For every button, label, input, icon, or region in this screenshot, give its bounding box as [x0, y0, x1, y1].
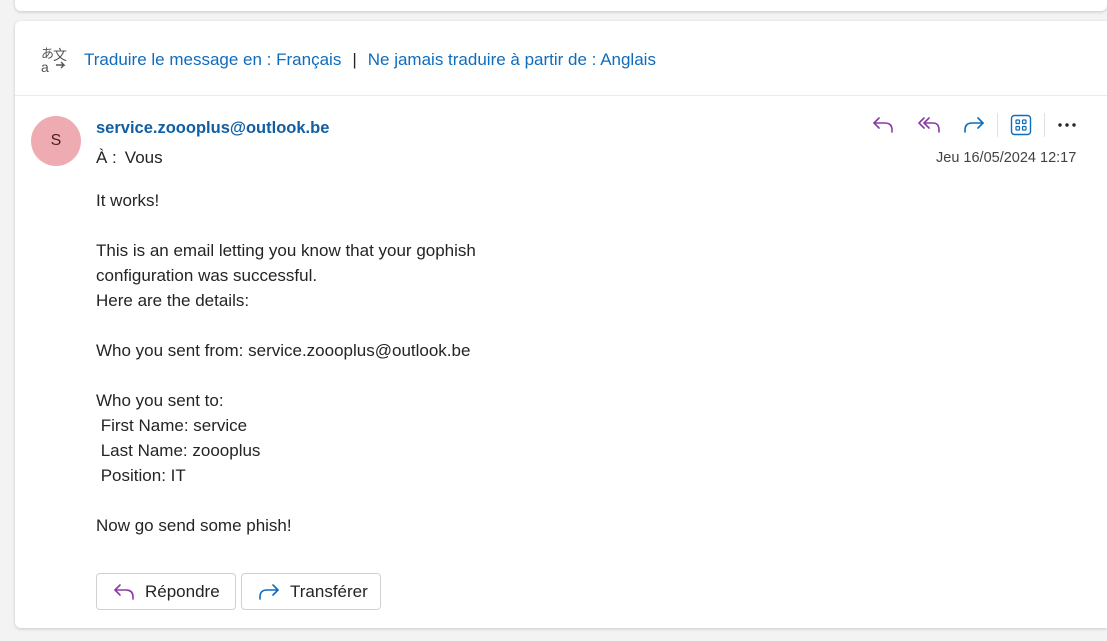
actions-divider	[997, 113, 998, 137]
reply-button[interactable]: Répondre	[96, 573, 236, 610]
message-body: It works! This is an email letting you k…	[96, 191, 476, 535]
forward-icon[interactable]	[959, 111, 989, 139]
forward-icon	[259, 583, 279, 600]
svg-text:文: 文	[53, 47, 67, 63]
actions-divider	[1044, 113, 1045, 137]
translate-message-link[interactable]: Traduire le message en : Français	[84, 50, 341, 69]
message-date: Jeu 16/05/2024 12:17	[936, 150, 1077, 166]
svg-text:a: a	[41, 59, 49, 75]
never-translate-link[interactable]: Ne jamais traduire à partir de : Anglais	[368, 50, 656, 69]
previous-message-card	[15, 0, 1107, 11]
recipient-line: À : Vous	[96, 148, 163, 168]
translate-bar: あ a 文 Traduire le message en : Français |…	[15, 21, 1107, 96]
reply-all-icon[interactable]	[914, 111, 944, 139]
reply-icon[interactable]	[868, 111, 898, 139]
reply-icon	[114, 583, 134, 600]
translate-links: Traduire le message en : Français | Ne jam…	[84, 50, 656, 70]
translate-separator: |	[352, 50, 357, 69]
translate-icon: あ a 文	[39, 45, 69, 75]
to-label: À :	[96, 148, 117, 167]
message-card: あ a 文 Traduire le message en : Français |…	[15, 21, 1107, 628]
recipient-name[interactable]: Vous	[125, 148, 163, 167]
avatar[interactable]: S	[31, 116, 81, 166]
sender-address[interactable]: service.zoooplus@outlook.be	[96, 119, 329, 138]
apps-icon[interactable]	[1006, 111, 1036, 139]
forward-button[interactable]: Transférer	[241, 573, 381, 610]
more-icon[interactable]	[1052, 111, 1082, 139]
reply-button-label: Répondre	[145, 581, 220, 601]
forward-button-label: Transférer	[290, 581, 368, 601]
